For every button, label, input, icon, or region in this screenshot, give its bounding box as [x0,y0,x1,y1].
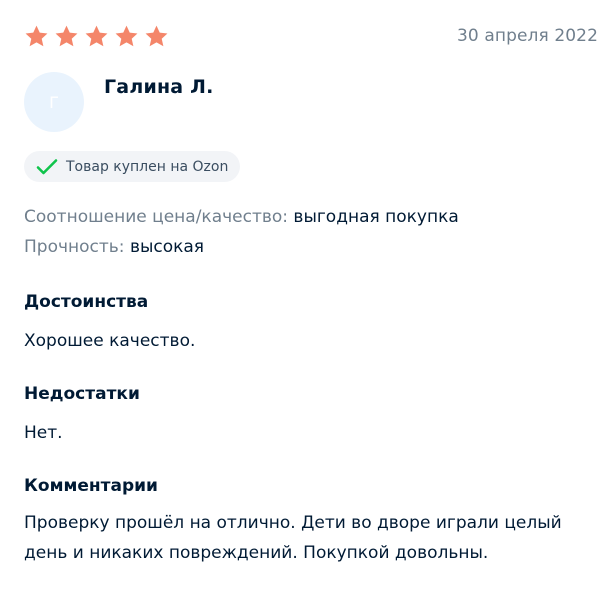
star-rating [24,24,169,49]
attribute-value: выгодная покупка [293,207,459,227]
attribute-label: Прочность: [24,237,125,257]
avatar-letter: Г [49,92,59,112]
comment-title: Комментарии [24,476,158,496]
review-card: 30 апреля 2022 Г Галина Л. Товар куплен … [0,0,614,593]
attribute-label: Соотношение цена/качество: [24,207,289,227]
checkmark-icon [36,158,58,176]
review-date: 30 апреля 2022 [457,26,598,46]
cons-title: Недостатки [24,384,140,404]
star-icon [54,24,79,49]
pros-title: Достоинства [24,292,149,312]
badge-label: Товар куплен на Ozon [66,158,229,175]
star-icon [144,24,169,49]
comment-text: Проверку прошёл на отлично. Дети во двор… [24,513,562,563]
star-icon [114,24,139,49]
attribute-value: высокая [129,237,205,257]
star-icon [84,24,109,49]
star-icon [24,24,49,49]
attribute-durability: Прочность: высокая [24,237,204,257]
pros-text: Хорошее качество. [24,331,196,351]
author-name[interactable]: Галина Л. [104,76,214,98]
purchase-verified-badge: Товар куплен на Ozon [24,151,241,182]
avatar: Г [24,72,84,132]
attribute-price-quality: Соотношение цена/качество: выгодная поку… [24,207,459,227]
cons-text: Нет. [24,423,63,443]
